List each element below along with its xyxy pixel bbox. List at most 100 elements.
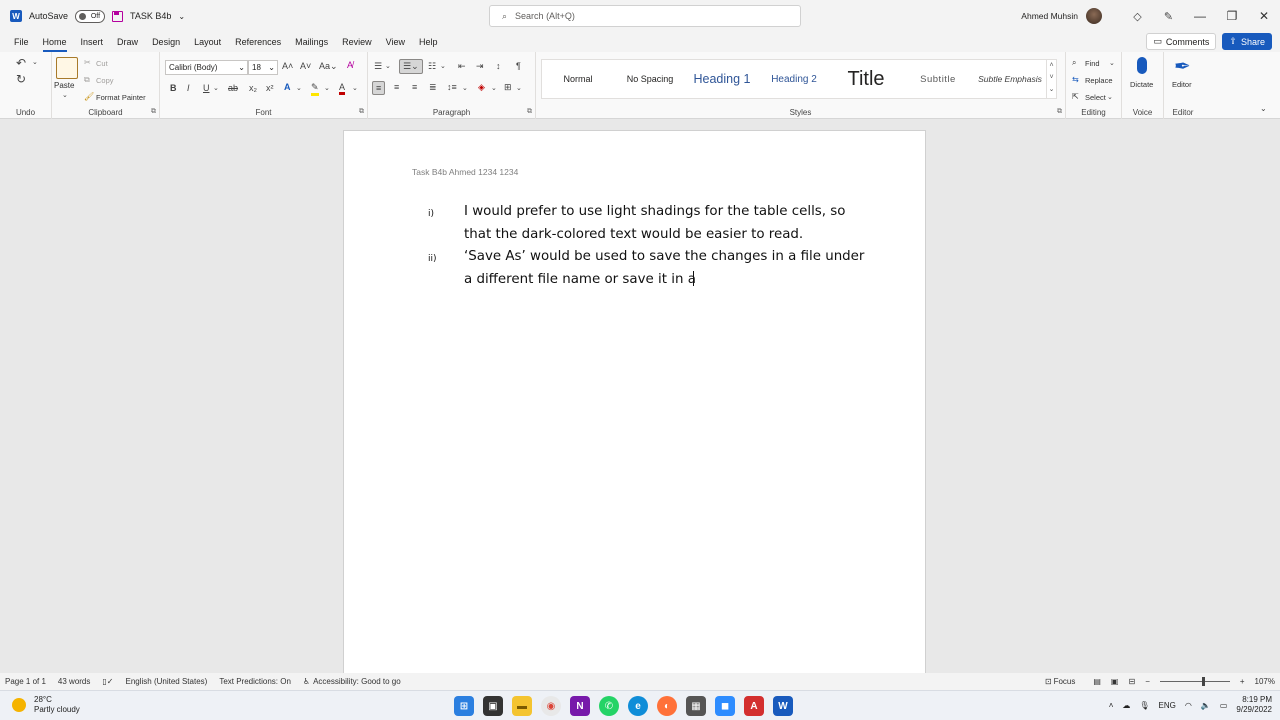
justify-icon[interactable]: ≣ bbox=[429, 82, 437, 93]
find-button[interactable]: Find bbox=[1085, 59, 1100, 68]
tab-insert[interactable]: Insert bbox=[81, 35, 104, 49]
multilevel-list-icon[interactable]: ☷ bbox=[428, 61, 436, 72]
strikethrough-icon[interactable]: ab bbox=[228, 83, 238, 93]
font-color-icon[interactable]: A bbox=[339, 82, 346, 95]
find-icon[interactable]: ⌕ bbox=[1072, 58, 1076, 68]
increase-indent-icon[interactable]: ⇥ bbox=[476, 61, 484, 72]
list-text[interactable]: I would prefer to use light shadings for… bbox=[464, 201, 868, 246]
paste-icon[interactable] bbox=[56, 57, 78, 79]
zoom-thumb[interactable] bbox=[1201, 677, 1205, 686]
copy-button[interactable]: Copy bbox=[96, 76, 114, 85]
avatar[interactable] bbox=[1086, 8, 1102, 24]
web-layout-icon[interactable]: ⊟ bbox=[1128, 677, 1135, 686]
volume-icon[interactable]: 🔈 bbox=[1201, 701, 1211, 710]
diamond-icon[interactable]: ◇ bbox=[1122, 10, 1153, 23]
chevron-down-icon[interactable]: ⌄ bbox=[352, 84, 358, 92]
page-header[interactable]: Task B4b Ahmed 1234 1234 bbox=[412, 167, 518, 177]
read-mode-icon[interactable]: ▤ bbox=[1093, 677, 1101, 686]
editor-button[interactable]: Editor bbox=[1172, 80, 1192, 89]
word-count[interactable]: 43 words bbox=[58, 677, 90, 686]
text-predictions-status[interactable]: Text Predictions: On bbox=[219, 677, 291, 686]
tab-help[interactable]: Help bbox=[419, 35, 438, 49]
print-layout-icon[interactable]: ▣ bbox=[1111, 677, 1119, 686]
microphone-tray-icon[interactable]: 🎙 bbox=[1139, 701, 1149, 710]
onenote-icon[interactable]: N bbox=[570, 696, 590, 716]
whatsapp-icon[interactable]: ✆ bbox=[599, 696, 619, 716]
minimize-button[interactable]: — bbox=[1184, 9, 1216, 23]
tab-mailings[interactable]: Mailings bbox=[295, 35, 328, 49]
list-item[interactable]: ii) ‘Save As’ would be used to save the … bbox=[428, 246, 868, 291]
chevron-down-icon[interactable]: ⌄ bbox=[440, 62, 446, 70]
tab-view[interactable]: View bbox=[386, 35, 405, 49]
shrink-font-icon[interactable]: A˅ bbox=[300, 61, 311, 71]
language-indicator[interactable]: ENG bbox=[1159, 701, 1176, 710]
tab-home[interactable]: Home bbox=[42, 35, 67, 52]
chevron-down-icon[interactable]: ⌄ bbox=[178, 12, 185, 21]
zoom-in-button[interactable]: + bbox=[1240, 677, 1245, 686]
subscript-icon[interactable]: x₂ bbox=[249, 83, 257, 93]
accessibility-status[interactable]: Accessibility: Good to go bbox=[313, 677, 401, 686]
restore-button[interactable]: ❐ bbox=[1216, 9, 1248, 23]
save-icon[interactable] bbox=[112, 10, 124, 22]
chevron-down-icon[interactable]: ⌄ bbox=[324, 84, 330, 92]
share-button[interactable]: ⇪ Share bbox=[1222, 33, 1272, 50]
language-status[interactable]: English (United States) bbox=[126, 677, 208, 686]
chevron-down-icon[interactable]: ⌄ bbox=[213, 84, 219, 92]
document-area[interactable]: Task B4b Ahmed 1234 1234 i) I would pref… bbox=[0, 119, 1280, 690]
cut-icon[interactable]: ✂ bbox=[84, 58, 91, 67]
battery-icon[interactable]: ▭ bbox=[1220, 701, 1228, 710]
undo-icon[interactable]: ↶ bbox=[16, 56, 26, 70]
bold-icon[interactable]: B bbox=[170, 83, 177, 93]
accessibility-icon[interactable]: ♿ bbox=[303, 677, 310, 686]
autosave-toggle[interactable]: Off bbox=[75, 9, 106, 23]
chevron-down-icon[interactable]: ⌄ bbox=[1109, 59, 1115, 67]
sort-icon[interactable]: ↕ bbox=[496, 61, 501, 71]
file-explorer-icon[interactable]: ▬ bbox=[512, 696, 532, 716]
redo-icon[interactable]: ↻ bbox=[16, 72, 26, 86]
borders-icon[interactable]: ⊞ bbox=[504, 82, 512, 93]
chevron-down-icon[interactable]: ⌄ bbox=[1107, 93, 1113, 101]
calculator-icon[interactable]: ▦ bbox=[686, 696, 706, 716]
user-name[interactable]: Ahmed Muhsin bbox=[1021, 11, 1078, 21]
align-left-icon[interactable]: ≡ bbox=[372, 81, 386, 95]
zoom-level[interactable]: 107% bbox=[1255, 677, 1275, 686]
copy-icon[interactable]: ⧉ bbox=[84, 75, 90, 85]
clear-formatting-icon[interactable]: A̸ bbox=[347, 60, 353, 70]
chevron-down-icon[interactable]: ⌄ bbox=[491, 84, 497, 92]
font-size-select[interactable]: 18 ⌄ bbox=[248, 60, 278, 75]
style-title[interactable]: Title bbox=[830, 60, 902, 98]
paste-button[interactable]: Paste bbox=[54, 81, 74, 90]
launcher-icon[interactable]: ⧉ bbox=[527, 108, 532, 116]
firefox-icon[interactable]: ◐ bbox=[657, 696, 677, 716]
chevron-down-icon[interactable]: ⌄ bbox=[32, 58, 38, 66]
numbered-list[interactable]: i) I would prefer to use light shadings … bbox=[428, 201, 868, 291]
dictate-button[interactable]: Dictate bbox=[1130, 80, 1153, 89]
edge-icon[interactable]: e bbox=[628, 696, 648, 716]
zoom-slider[interactable] bbox=[1159, 677, 1230, 686]
acrobat-icon[interactable]: A bbox=[744, 696, 764, 716]
chevron-down-icon[interactable]: ⌄ bbox=[296, 84, 302, 92]
style-no-spacing[interactable]: No Spacing bbox=[614, 60, 686, 98]
style-heading-2[interactable]: Heading 2 bbox=[758, 60, 830, 98]
select-button[interactable]: Select bbox=[1085, 93, 1106, 102]
select-icon[interactable]: ⇱ bbox=[1072, 92, 1079, 101]
align-center-icon[interactable]: ≡ bbox=[394, 82, 399, 92]
cut-button[interactable]: Cut bbox=[96, 59, 108, 68]
launcher-icon[interactable]: ⧉ bbox=[151, 108, 156, 116]
numbering-icon[interactable]: ☰⌄ bbox=[399, 59, 423, 74]
bullets-icon[interactable]: ☰ bbox=[374, 61, 382, 72]
wifi-icon[interactable]: ◠ bbox=[1185, 701, 1192, 710]
proofing-icon[interactable]: ▯✓ bbox=[102, 677, 113, 686]
launcher-icon[interactable]: ⧉ bbox=[359, 108, 364, 116]
text-effects-icon[interactable]: A bbox=[284, 82, 291, 92]
highlight-icon[interactable]: ✎ bbox=[311, 82, 319, 96]
tab-review[interactable]: Review bbox=[342, 35, 372, 49]
tab-design[interactable]: Design bbox=[152, 35, 180, 49]
underline-icon[interactable]: U bbox=[203, 83, 210, 93]
chevron-down-icon[interactable]: ⌄ bbox=[62, 91, 68, 99]
align-right-icon[interactable]: ≡ bbox=[412, 82, 417, 92]
font-family-select[interactable]: Calibri (Body) ⌄ bbox=[165, 60, 248, 75]
editor-pen-icon[interactable]: ✒ bbox=[1174, 54, 1191, 79]
word-taskbar-icon[interactable]: W bbox=[773, 696, 793, 716]
italic-icon[interactable]: I bbox=[187, 83, 190, 93]
